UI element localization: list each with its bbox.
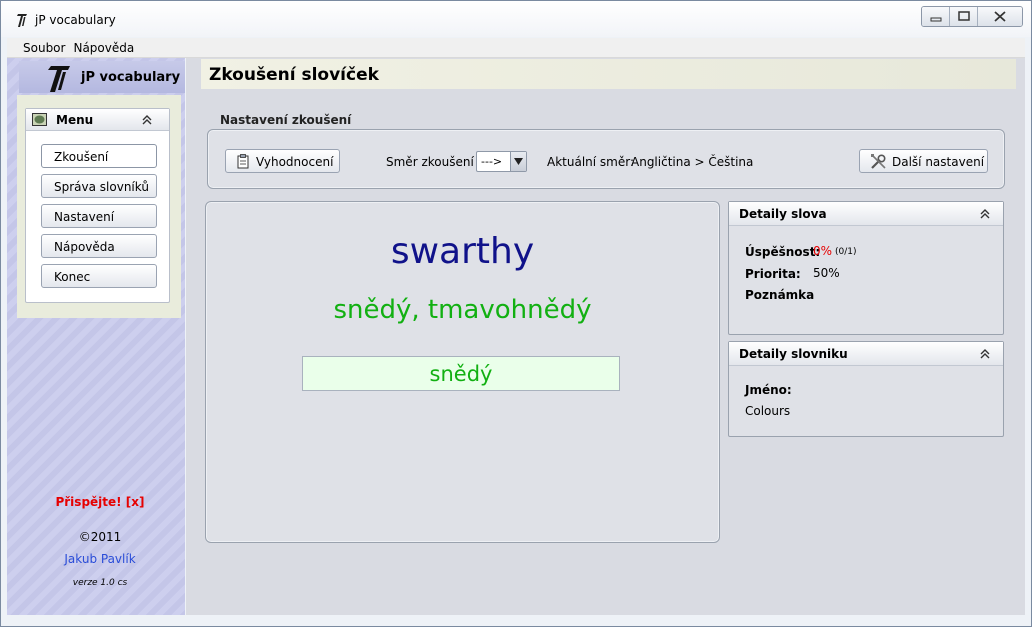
menu-panel-header[interactable]: Menu [26,109,169,131]
success-value: 0% [813,244,833,258]
direction-select[interactable]: ---> [476,151,527,172]
author-link[interactable]: Jakub Pavlík [7,552,193,566]
minimize-icon [930,17,942,22]
settings-caption: Nastavení zkoušení [220,113,352,127]
more-settings-button[interactable]: Další nastavení [859,149,988,173]
evaluate-button[interactable]: Vyhodnocení [225,149,340,173]
restore-icon [958,11,970,21]
page-header: Zkoušení slovíček [201,59,1016,89]
quiz-translation: snědý, tmavohnědý [333,295,592,325]
dictionary-details-header[interactable]: Detaily slovniku [729,342,1003,366]
menu-panel-icon [32,113,47,126]
close-icon [994,11,1006,22]
version-text: verze 1.0 cs [72,578,128,588]
sidebar-item-label: Nastavení [54,210,115,224]
tools-icon [871,154,886,169]
answer-input[interactable] [302,356,620,391]
menu-bar: Soubor Nápověda [7,38,1025,58]
current-direction-label: Aktuální směr: [547,155,634,169]
window-controls [921,6,1023,27]
word-details-title: Detaily slova [739,207,827,221]
sidebar-item-sprava-slovniku[interactable]: Správa slovníků [41,174,157,198]
word-details-header[interactable]: Detaily slova [729,202,1003,226]
close-button[interactable] [978,7,1022,26]
donate-link[interactable]: Přispějte! [x] [7,495,193,509]
maximize-button[interactable] [950,7,978,26]
app-window: jP vocabulary Soubor Nápověda jP vocabula… [0,0,1032,627]
clipboard-icon [237,154,249,169]
menu-soubor[interactable]: Soubor [7,38,69,55]
jp-logo-icon [17,14,27,27]
sidebar-item-label: Zkoušení [54,150,109,164]
copyright-text: ©2011 [78,530,122,544]
chevron-down-icon [514,158,523,165]
success-label: Úspěšnost: [745,245,821,259]
sidebar-item-napoveda[interactable]: Nápověda [41,234,157,258]
sidebar-item-label: Konec [54,270,91,284]
more-settings-button-label: Další nastavení [892,155,985,169]
dictionary-details-title: Detaily slovniku [739,347,848,361]
double-chevron-up-icon[interactable] [980,209,990,219]
quiz-word: swarthy [390,231,535,272]
brand-name: jP vocabulary [81,70,181,85]
note-label: Poznámka [745,288,815,302]
direction-select-value: ---> [481,155,503,168]
brand-header: jP vocabulary [19,61,185,93]
evaluate-button-label: Vyhodnocení [256,155,334,169]
title-bar: jP vocabulary [1,1,1031,37]
direction-label: Směr zkoušení [386,155,474,169]
page-title: Zkoušení slovíček [209,65,379,85]
jp-logo-icon [48,66,70,92]
current-direction-value: Angličtina > Čeština [631,155,754,169]
double-chevron-up-icon[interactable] [142,115,152,125]
direction-select-arrow[interactable] [510,152,526,171]
sidebar-item-zkouseni[interactable]: Zkoušení [41,144,157,168]
success-count: (0/1) [835,247,857,257]
dictionary-name-value: Colours [745,404,791,418]
menu-napoveda[interactable]: Nápověda [69,38,138,55]
sidebar-item-nastaveni[interactable]: Nastavení [41,204,157,228]
minimize-button[interactable] [922,7,950,26]
sidebar-item-label: Správa slovníků [54,180,149,194]
dictionary-name-label: Jméno: [745,383,792,397]
priority-value: 50% [813,266,840,280]
double-chevron-up-icon[interactable] [980,349,990,359]
sidebar-item-konec[interactable]: Konec [41,264,157,288]
sidebar-item-label: Nápověda [54,240,115,254]
window-title: jP vocabulary [35,13,116,27]
menu-panel-title: Menu [56,113,94,127]
priority-label: Priorita: [745,267,801,281]
